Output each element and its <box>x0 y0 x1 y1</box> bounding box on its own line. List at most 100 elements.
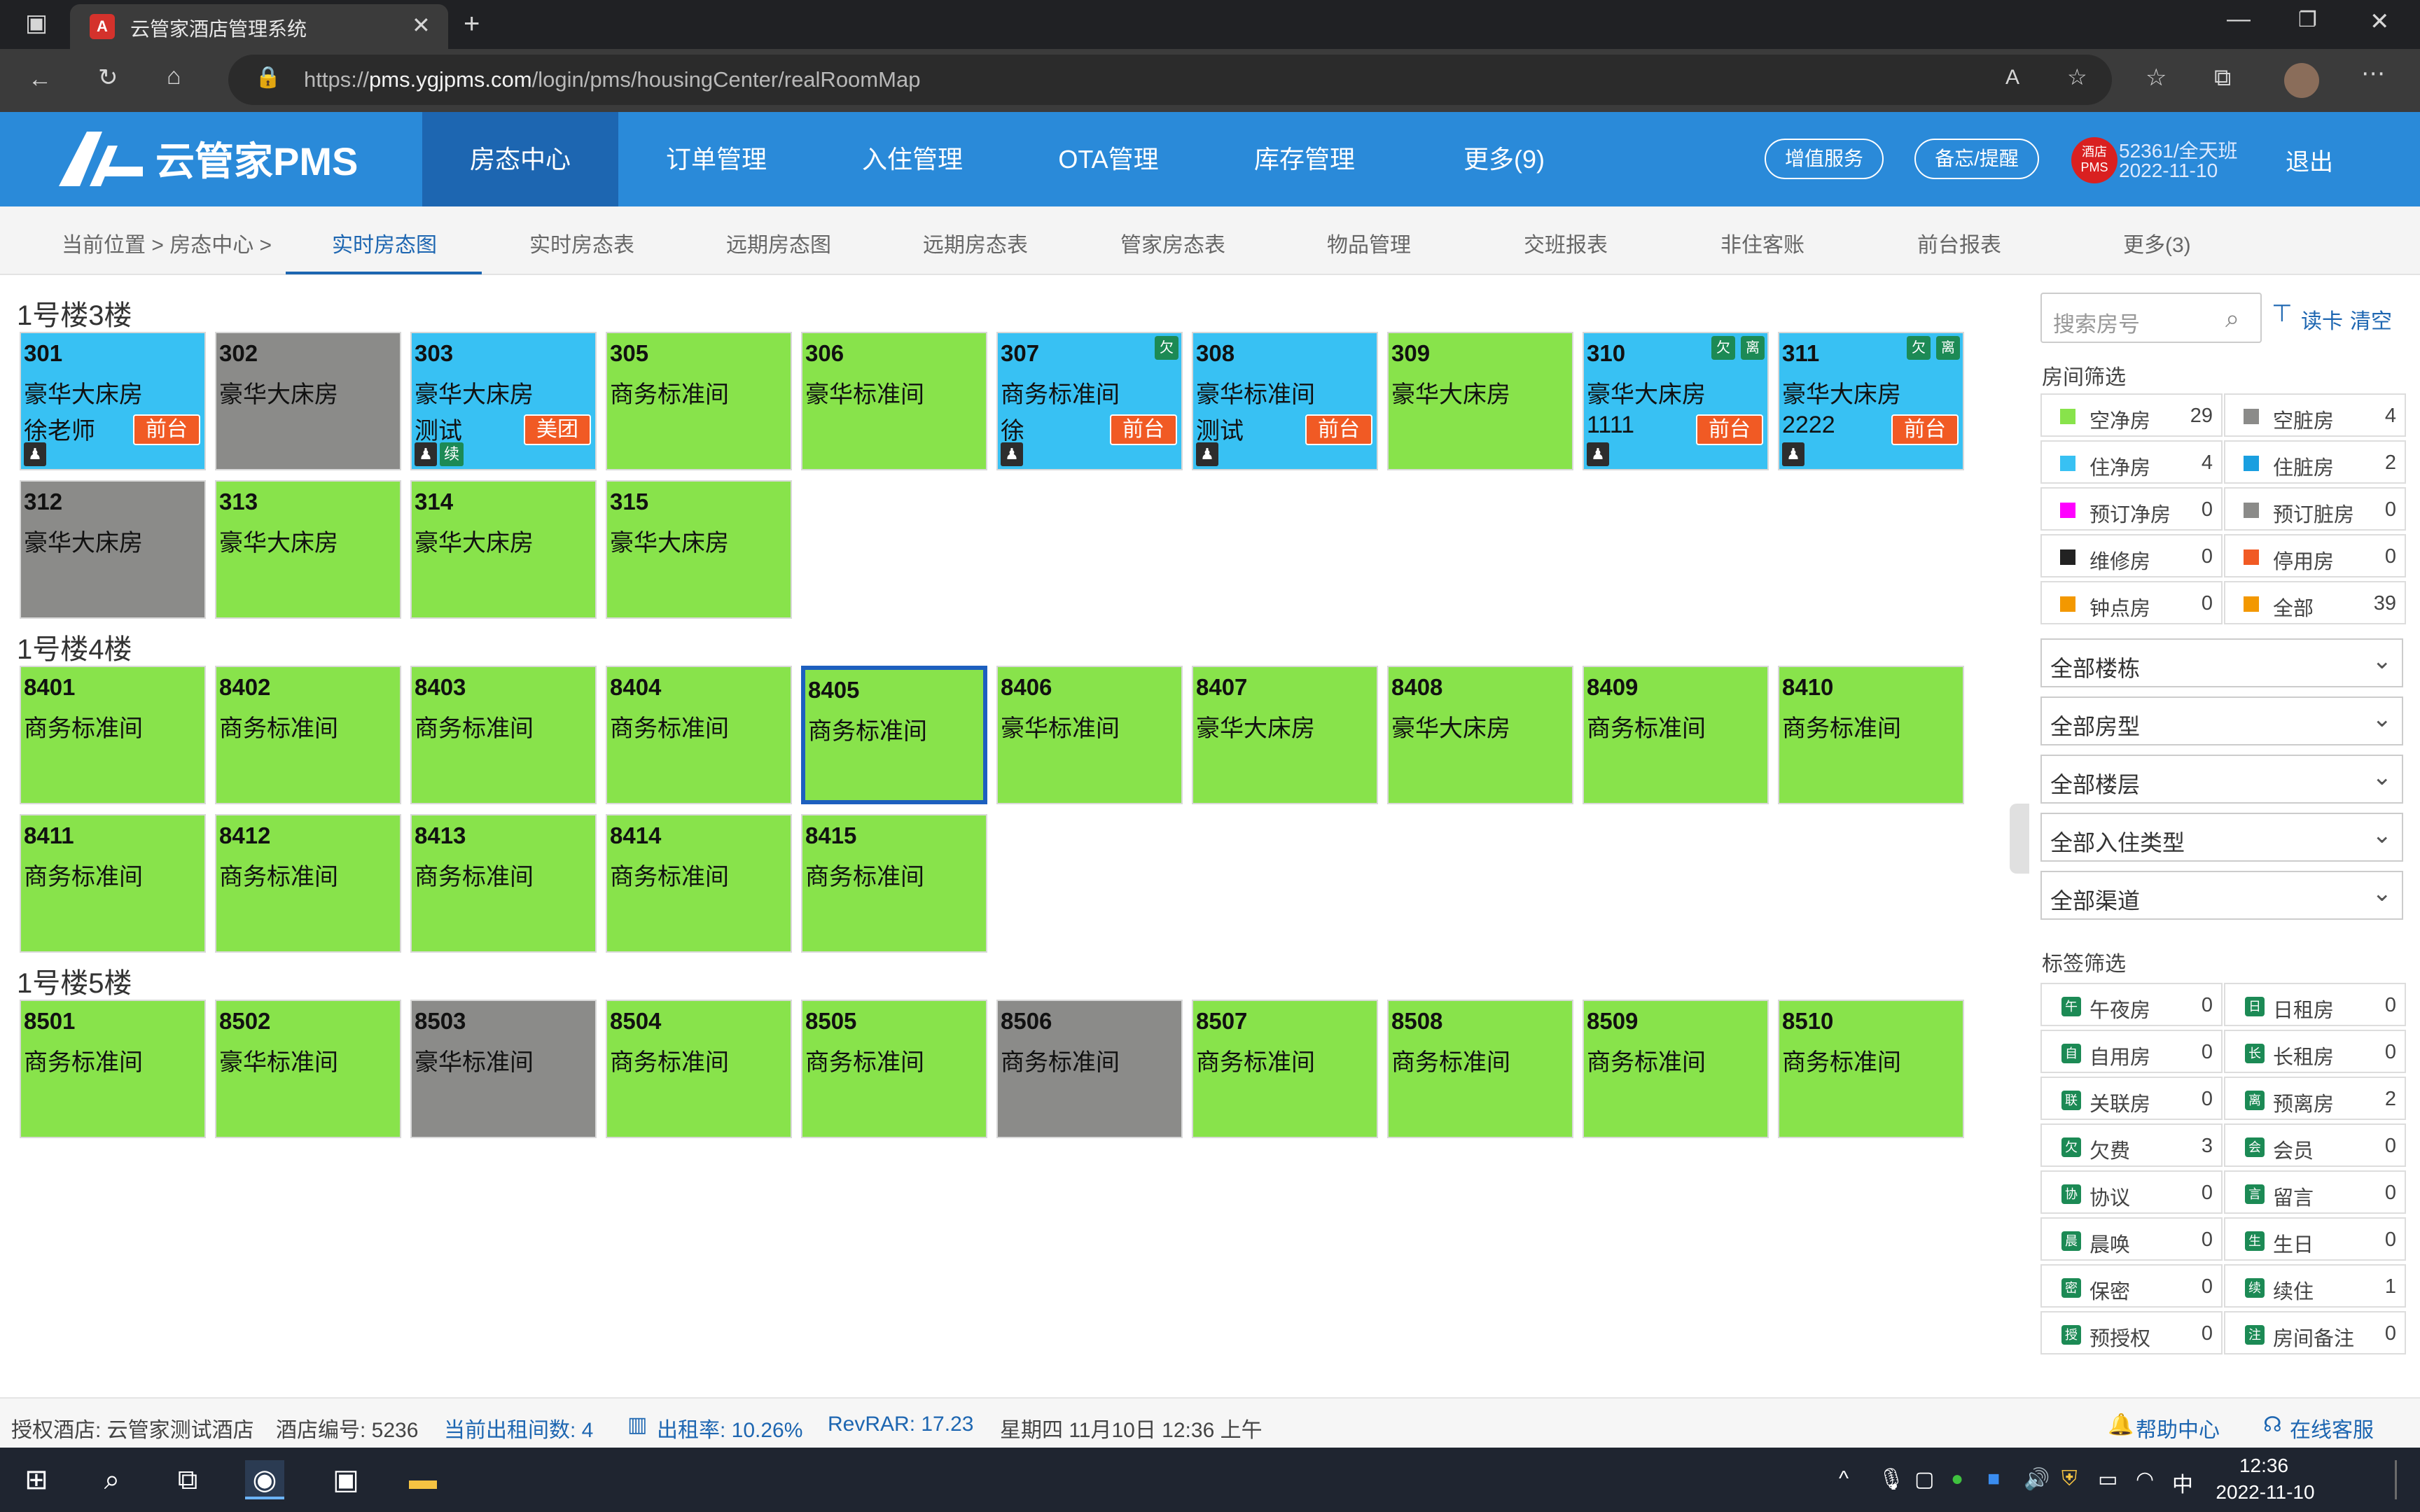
memo-reminder-button[interactable]: 备忘/提醒 <box>1914 139 2039 179</box>
room-tile[interactable]: 302 豪华大床房 <box>215 332 401 470</box>
ime-indicator[interactable]: 中 <box>2172 1467 2193 1498</box>
tag-filter-item[interactable]: 会会员 0 <box>2224 1124 2406 1167</box>
back-icon[interactable]: ← <box>28 67 52 91</box>
tag-filter-item[interactable]: 离预离房 2 <box>2224 1077 2406 1120</box>
room-filter-item[interactable]: 住脏房 2 <box>2224 440 2406 484</box>
microphone-icon[interactable]: 🎙 <box>1878 1467 1905 1492</box>
shield-icon[interactable]: ⛨ <box>2061 1467 2078 1491</box>
room-tile[interactable]: 8501 商务标准间 <box>20 1000 206 1138</box>
file-explorer-icon[interactable]: ▬ <box>403 1460 443 1499</box>
nav-inventory-management[interactable]: 库存管理 <box>1206 112 1403 206</box>
new-tab-icon[interactable]: + <box>464 10 480 38</box>
room-tile[interactable]: 8507 商务标准间 <box>1192 1000 1378 1138</box>
tag-filter-item[interactable]: 授预授权 0 <box>2040 1311 2223 1354</box>
room-tile[interactable]: 8415 商务标准间 <box>801 814 987 953</box>
room-tile[interactable]: 8509 商务标准间 <box>1583 1000 1769 1138</box>
url-field[interactable]: 🔒 https://pms.ygjpms.com/login/pms/housi… <box>228 55 2112 105</box>
room-tile[interactable]: 310 豪华大床房 1111 前台 ♟ 欠离 <box>1583 332 1769 470</box>
room-tile[interactable]: 8503 豪华标准间 <box>410 1000 597 1138</box>
tag-filter-item[interactable]: 晨晨唤 0 <box>2040 1217 2223 1261</box>
room-tile[interactable]: 8406 豪华标准间 <box>996 666 1183 804</box>
tag-filter-item[interactable]: 续续住 1 <box>2224 1264 2406 1308</box>
minimize-icon[interactable]: — <box>2227 7 2251 31</box>
room-search-input[interactable]: 搜索房号 ⌕ <box>2040 293 2262 343</box>
room-filter-item[interactable]: 预订脏房 0 <box>2224 487 2406 531</box>
room-tile[interactable]: 8408 豪华大床房 <box>1387 666 1573 804</box>
subtab-front-desk-report[interactable]: 前台报表 <box>1917 227 2001 258</box>
room-tile[interactable]: 8506 商务标准间 <box>996 1000 1183 1138</box>
more-menu-icon[interactable]: ⋯ <box>2361 62 2385 85</box>
room-filter-item[interactable]: 钟点房 0 <box>2040 581 2223 624</box>
room-tile[interactable]: 8412 商务标准间 <box>215 814 401 953</box>
clock-time[interactable]: 12:36 <box>2218 1455 2309 1477</box>
room-tile[interactable]: 8403 商务标准间 <box>410 666 597 804</box>
room-type-select[interactable]: 全部房型 ⌄ <box>2040 696 2403 746</box>
tag-filter-item[interactable]: 协协议 0 <box>2040 1170 2223 1214</box>
subtab-non-guest-account[interactable]: 非住客账 <box>1720 227 1804 258</box>
home-icon[interactable]: ⌂ <box>167 64 181 88</box>
room-tile[interactable]: 8404 商务标准间 <box>606 666 792 804</box>
channel-select[interactable]: 全部渠道 ⌄ <box>2040 871 2403 920</box>
tray-app-icon[interactable]: ▢ <box>1914 1467 1934 1492</box>
close-tab-icon[interactable]: ✕ <box>412 14 431 36</box>
room-tile[interactable]: 303 豪华大床房 测试 美团 ♟ 续 <box>410 332 597 470</box>
tag-filter-item[interactable]: 密保密 0 <box>2040 1264 2223 1308</box>
subtab-realtime-room-map[interactable]: 实时房态图 <box>332 227 437 258</box>
wechat-icon[interactable]: ● <box>1951 1467 1963 1491</box>
help-center-link[interactable]: 帮助中心 <box>2136 1413 2220 1443</box>
nav-room-status-center[interactable]: 房态中心 <box>422 112 618 206</box>
tag-filter-item[interactable]: 自自用房 0 <box>2040 1030 2223 1073</box>
room-tile[interactable]: 312 豪华大床房 <box>20 480 206 619</box>
search-icon[interactable]: ⌕ <box>2225 304 2239 334</box>
nav-more[interactable]: 更多(9) <box>1403 112 1606 206</box>
tag-filter-item[interactable]: 联关联房 0 <box>2040 1077 2223 1120</box>
read-card-button[interactable]: 读卡 <box>2301 304 2343 335</box>
tag-filter-item[interactable]: 注房间备注 0 <box>2224 1311 2406 1354</box>
subtab-future-room-map[interactable]: 远期房态图 <box>726 227 831 258</box>
tag-filter-item[interactable]: 长长租房 0 <box>2224 1030 2406 1073</box>
app-icon[interactable]: ▣ <box>326 1460 366 1499</box>
battery-icon[interactable]: ▭ <box>2098 1467 2118 1492</box>
favorite-add-icon[interactable]: ☆ <box>2067 66 2087 88</box>
online-support-link[interactable]: 在线客服 <box>2290 1413 2374 1443</box>
windows-start-icon[interactable]: ⊞ <box>17 1460 56 1499</box>
building-select[interactable]: 全部楼栋 ⌄ <box>2040 638 2403 687</box>
browser-tab[interactable]: A 云管家酒店管理系统 ✕ <box>70 4 448 49</box>
room-tile[interactable]: 8401 商务标准间 <box>20 666 206 804</box>
room-filter-item[interactable]: 空脏房 4 <box>2224 393 2406 437</box>
tag-filter-item[interactable]: 生生日 0 <box>2224 1217 2406 1261</box>
restore-icon[interactable]: ❐ <box>2298 10 2317 31</box>
search-icon[interactable]: ⌕ <box>92 1460 132 1499</box>
room-tile[interactable]: 315 豪华大床房 <box>606 480 792 619</box>
edge-browser-icon[interactable]: ◉ <box>245 1460 284 1499</box>
subtab-housekeeping-table[interactable]: 管家房态表 <box>1120 227 1225 258</box>
close-window-icon[interactable]: ✕ <box>2370 10 2390 34</box>
clear-button[interactable]: 清空 <box>2350 304 2392 335</box>
tag-filter-item[interactable]: 日日租房 0 <box>2224 983 2406 1026</box>
room-filter-item[interactable]: 预订净房 0 <box>2040 487 2223 531</box>
room-tile[interactable]: 8508 商务标准间 <box>1387 1000 1573 1138</box>
room-tile[interactable]: 8410 商务标准间 <box>1778 666 1964 804</box>
room-tile[interactable]: 8405 商务标准间 <box>801 666 987 804</box>
tray-chevron-up-icon[interactable]: ^ <box>1839 1467 1849 1491</box>
room-tile[interactable]: 309 豪华大床房 <box>1387 332 1573 470</box>
wifi-icon[interactable]: ◠ <box>2136 1467 2154 1492</box>
room-tile[interactable]: 8414 商务标准间 <box>606 814 792 953</box>
favorites-icon[interactable]: ☆ <box>2146 66 2167 90</box>
room-tile[interactable]: 308 豪华标准间 测试 前台 ♟ <box>1192 332 1378 470</box>
subtab-goods-management[interactable]: 物品管理 <box>1327 227 1411 258</box>
logout-button[interactable]: 退出 <box>2286 143 2333 177</box>
subtab-more[interactable]: 更多(3) <box>2123 227 2191 258</box>
room-filter-item[interactable]: 停用房 0 <box>2224 534 2406 578</box>
show-desktop-button[interactable] <box>2395 1460 2397 1499</box>
room-tile[interactable]: 306 豪华标准间 <box>801 332 987 470</box>
subtab-shift-report[interactable]: 交班报表 <box>1524 227 1608 258</box>
task-view-icon[interactable]: ⧉ <box>168 1460 207 1499</box>
nav-checkin-management[interactable]: 入住管理 <box>814 112 1010 206</box>
collections-icon[interactable]: ⧉ <box>2214 66 2231 90</box>
room-tile[interactable]: 313 豪华大床房 <box>215 480 401 619</box>
nav-ota-management[interactable]: OTA管理 <box>1010 112 1206 206</box>
volume-icon[interactable]: 🔊 <box>2024 1467 2050 1492</box>
room-tile[interactable]: 8510 商务标准间 <box>1778 1000 1964 1138</box>
tag-filter-item[interactable]: 午午夜房 0 <box>2040 983 2223 1026</box>
